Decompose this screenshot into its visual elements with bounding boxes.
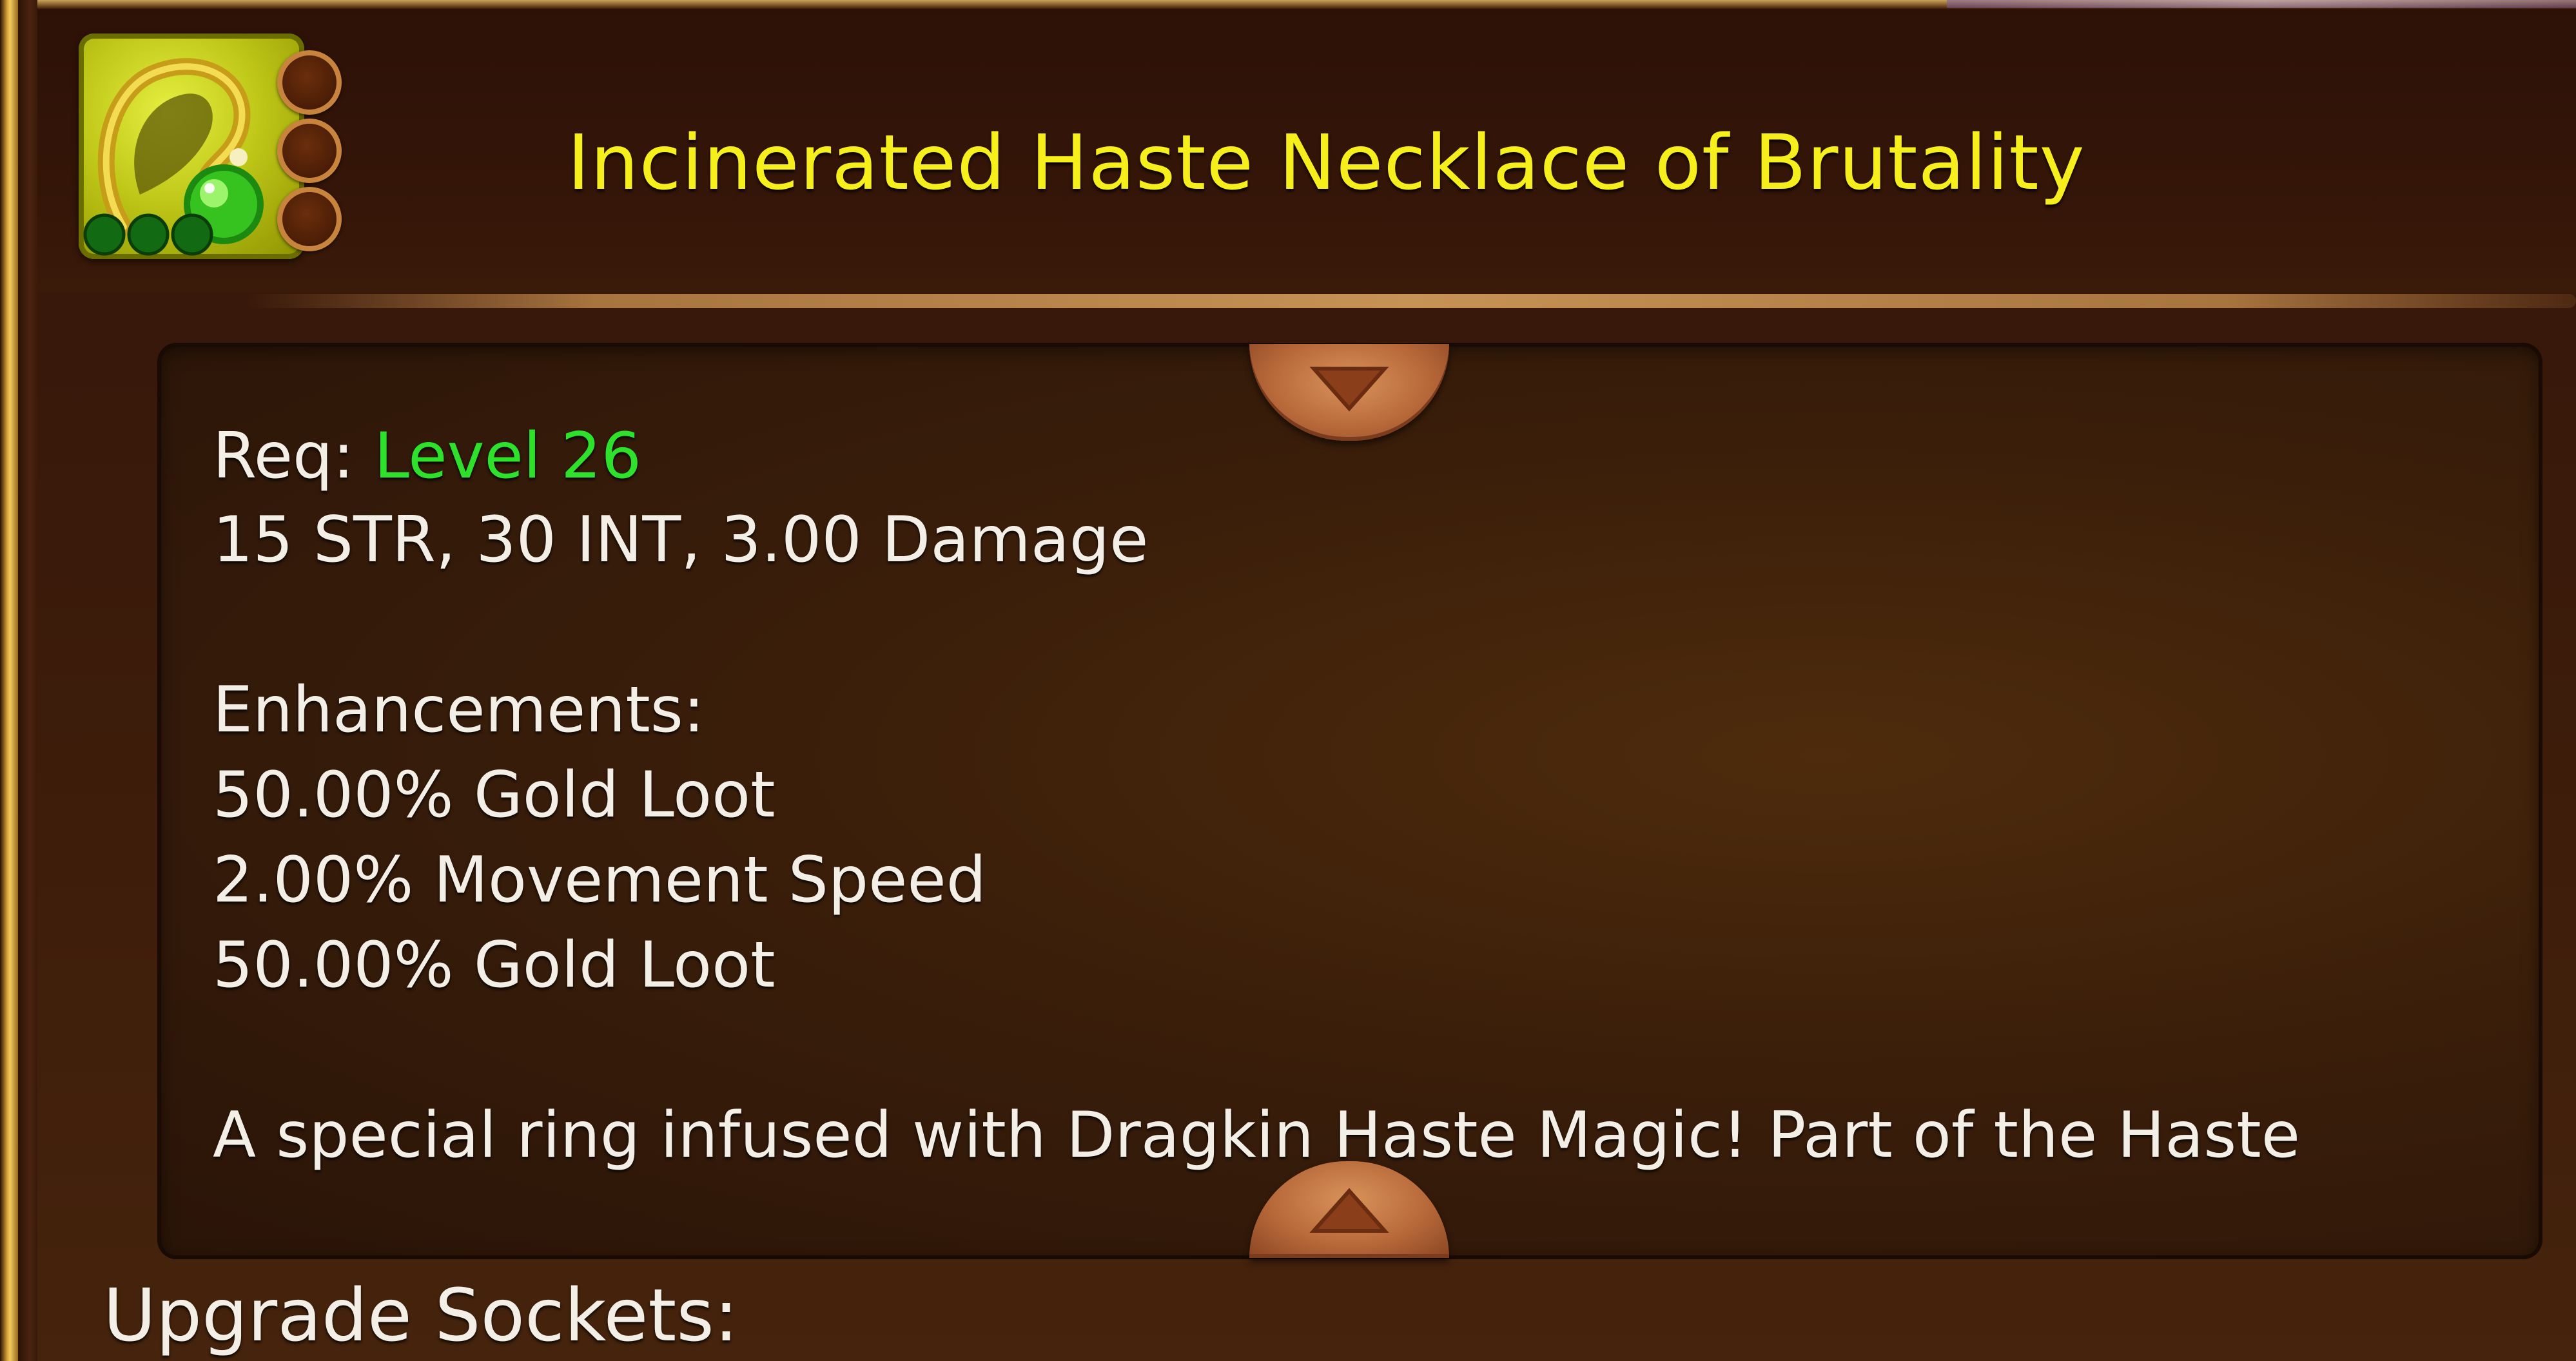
- enhancement-line: 2.00% Movement Speed: [213, 844, 986, 917]
- enhancements-header: Enhancements:: [213, 673, 705, 747]
- scroll-up-button[interactable]: [1249, 1161, 1449, 1258]
- upgrade-sockets-label: Upgrade Sockets:: [103, 1274, 739, 1358]
- window-border-inner: [18, 0, 37, 1361]
- chevron-up-icon: [1309, 1188, 1389, 1233]
- chevron-down-icon: [1309, 367, 1389, 412]
- window-border-top-highlight: [1947, 0, 2576, 8]
- necklace-icon[interactable]: [79, 34, 304, 259]
- enhancement-line: 50.00% Gold Loot: [213, 929, 776, 1002]
- item-name: Incinerated Haste Necklace of Brutality: [567, 118, 2085, 207]
- upgrade-socket-empty: [277, 50, 342, 115]
- enhancement-line: 50.00% Gold Loot: [213, 758, 776, 832]
- requirement-line: Req: Level 26: [213, 414, 641, 499]
- header-divider: [245, 294, 2576, 308]
- required-level: Level 26: [374, 420, 641, 493]
- window-border-left: [0, 0, 18, 1361]
- item-header: Incinerated Haste Necklace of Brutality: [37, 9, 2576, 293]
- item-tooltip-window: Incinerated Haste Necklace of Brutality …: [0, 0, 2576, 1361]
- upgrade-socket-empty: [277, 119, 342, 183]
- item-details-panel[interactable]: Req: Level 26 15 STR, 30 INT, 3.00 Damag…: [157, 343, 2542, 1259]
- requirement-label: Req:: [213, 420, 355, 493]
- base-stats: 15 STR, 30 INT, 3.00 Damage: [213, 503, 1149, 577]
- scroll-down-button[interactable]: [1249, 344, 1449, 441]
- upgrade-socket-empty: [277, 187, 342, 251]
